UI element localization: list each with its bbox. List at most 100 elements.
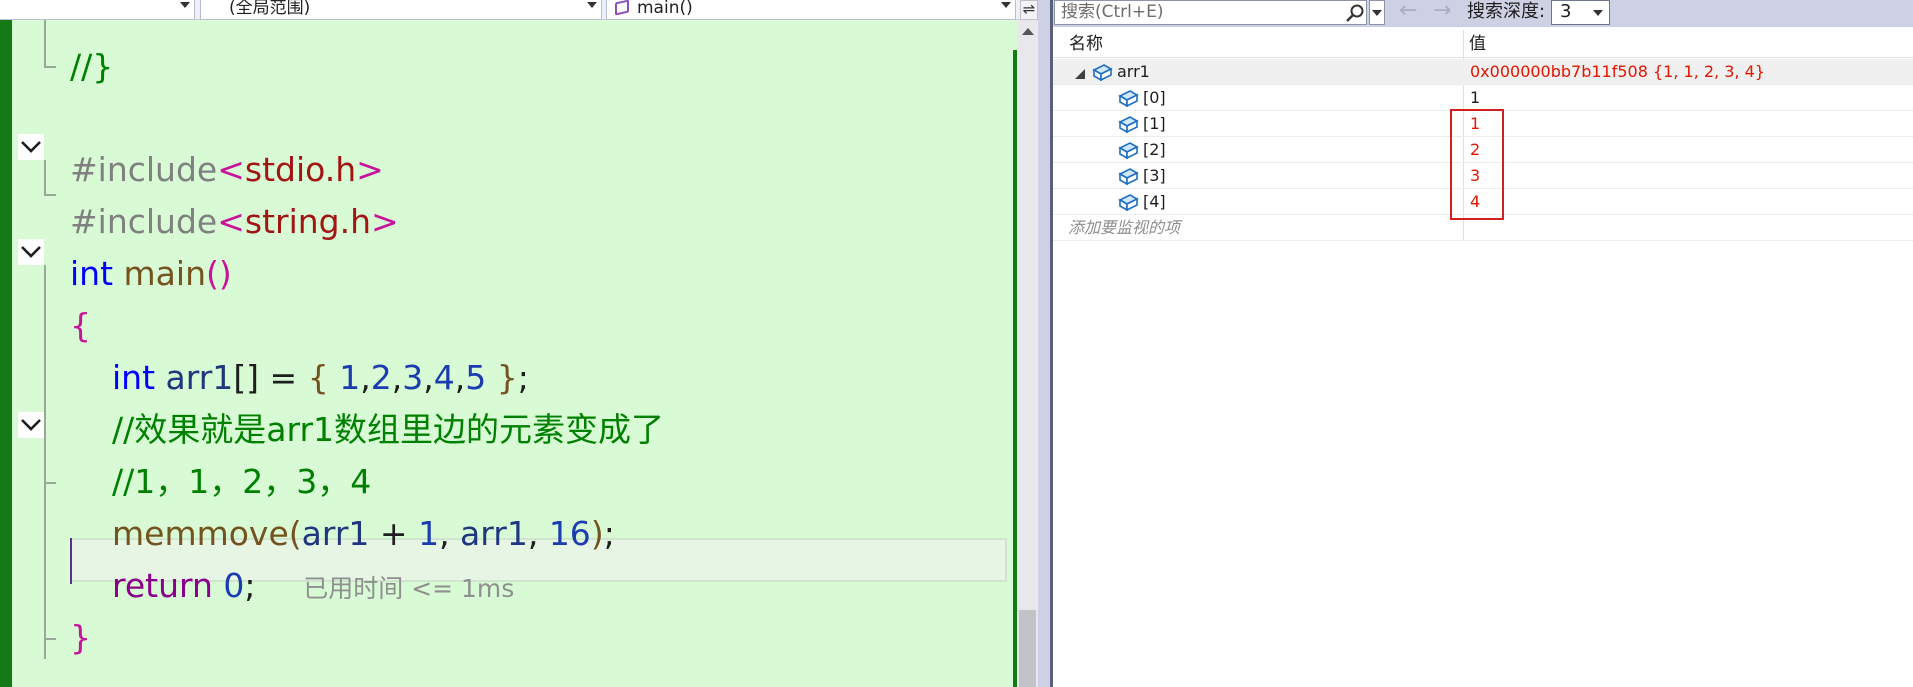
search-input[interactable]: 搜索(Ctrl+E) [1054,0,1367,25]
search-depth-value: 3 [1560,1,1572,22]
brace: { [70,306,91,345]
navigation-bar: (全局范围) main() [0,0,1038,20]
variable: arr1 [165,358,234,397]
chevron-down-icon [21,419,41,431]
scope-label: (全局范围) [229,0,311,18]
change-tracking-bar [0,20,12,687]
watch-column-header: 名称 值 [1053,30,1913,58]
fold-guide [44,20,46,68]
variable-icon [1118,142,1139,159]
keyword: return [112,566,213,605]
watch-name: [3] [1143,166,1166,185]
split-editor-button[interactable]: ⇌ [1020,0,1038,20]
function-label: main() [637,0,693,18]
watch-name: [0] [1143,88,1166,107]
add-watch-placeholder[interactable]: 添加要监视的项 [1068,215,1180,241]
code-line: //效果就是arr1数组里边的元素变成了 [112,405,664,455]
preprocessor-directive: #include [70,150,218,189]
include-bracket: < [217,150,245,189]
fold-guide [44,194,56,196]
collapse-toggle[interactable] [18,134,44,160]
keyword: int [70,254,114,293]
search-options-dropdown[interactable] [1369,0,1385,25]
forward-arrow-icon[interactable]: → [1433,0,1451,23]
function-combo[interactable]: main() [606,0,1016,20]
comment: //效果就是arr1数组里边的元素变成了 [112,410,665,449]
number: 5 [465,358,487,397]
search-icon[interactable] [1345,3,1365,23]
search-depth-select[interactable]: 3 [1551,0,1610,25]
function-name: memmove [112,514,289,553]
number: 2 [370,358,392,397]
brace: } [70,618,91,657]
elapsed-time-hint: 已用时间 <= 1ms [256,574,514,603]
variable-icon [1118,168,1139,185]
back-arrow-icon[interactable]: ← [1399,0,1417,23]
watch-name: [1] [1143,114,1166,133]
comment: //1，1，2，3，4 [112,462,372,501]
column-header-value[interactable]: 值 [1469,30,1486,58]
collapse-toggle[interactable] [18,412,44,438]
watch-name: [2] [1143,140,1166,159]
code-line: #include<stdio.h> [70,145,384,195]
include-bracket: > [356,150,384,189]
number: 0 [223,566,245,605]
code-line: //} [70,42,113,92]
watch-value: 1 [1470,88,1481,107]
variable: arr1 [460,514,528,553]
changed-values-highlight [1450,109,1504,220]
include-bracket: < [217,202,245,241]
watch-window: 搜索(Ctrl+E) ← → 搜索深度: 3 名称 值 arr1 0x00000… [1053,0,1913,687]
chevron-down-icon [1001,2,1011,8]
scope-combo[interactable]: (全局范围) [200,0,602,20]
punctuation: , [439,514,461,553]
fold-guide [44,66,56,68]
fold-guide [44,265,46,659]
chevron-down-icon [21,246,41,258]
scrollbar-thumb[interactable] [1019,610,1036,687]
variable-icon [1118,116,1139,133]
fold-guide [44,160,46,196]
collapse-toggle[interactable] [18,239,44,265]
code-line: { [70,301,91,351]
outlining-margin [12,20,56,687]
app-root: (全局范围) main() ⇌ //} #include<stdio.h> #i… [0,0,1913,687]
chevron-down-icon [1372,10,1382,16]
number: 3 [402,358,424,397]
scroll-up-icon[interactable] [1022,28,1034,35]
number: 16 [548,514,591,553]
watch-row[interactable]: [0] 1 [1053,85,1913,111]
expander-icon[interactable] [1075,69,1085,79]
paren: ) [590,514,604,553]
watch-toolbar: 搜索(Ctrl+E) ← → 搜索深度: 3 [1053,0,1913,27]
include-bracket: > [371,202,399,241]
variable: arr1 [301,514,370,553]
include-file: string.h [244,202,372,241]
variable-icon [1118,90,1139,107]
editor-scrollbar[interactable] [1017,20,1038,687]
punctuation: ; [603,514,615,553]
chevron-down-icon [21,141,41,153]
code-line: memmove(arr1 + 1, arr1, 16); [112,509,615,559]
paren: ( [288,514,302,553]
function-name: main [123,254,206,293]
keyword: int [112,358,156,397]
number: 1 [418,514,440,553]
project-combo[interactable] [0,0,195,20]
watch-row[interactable]: arr1 0x000000bb7b11f508 {1, 1, 2, 3, 4} [1053,59,1913,85]
watch-name: arr1 [1117,62,1150,81]
variable-icon [1092,64,1113,81]
include-file: stdio.h [244,150,357,189]
code-line: #include<string.h> [70,197,399,247]
watch-name: [4] [1143,192,1166,211]
code-editor[interactable]: (全局范围) main() ⇌ //} #include<stdio.h> #i… [0,0,1038,687]
punctuation: , [527,514,549,553]
cube-icon [615,0,629,16]
chevron-down-icon [180,2,190,8]
text-caret [70,538,72,584]
code-line: return 0; 已用时间 <= 1ms [112,561,514,611]
number: 1 [339,358,361,397]
column-header-name[interactable]: 名称 [1069,30,1103,58]
search-placeholder: 搜索(Ctrl+E) [1061,2,1164,22]
code-line: int main() [70,249,232,299]
